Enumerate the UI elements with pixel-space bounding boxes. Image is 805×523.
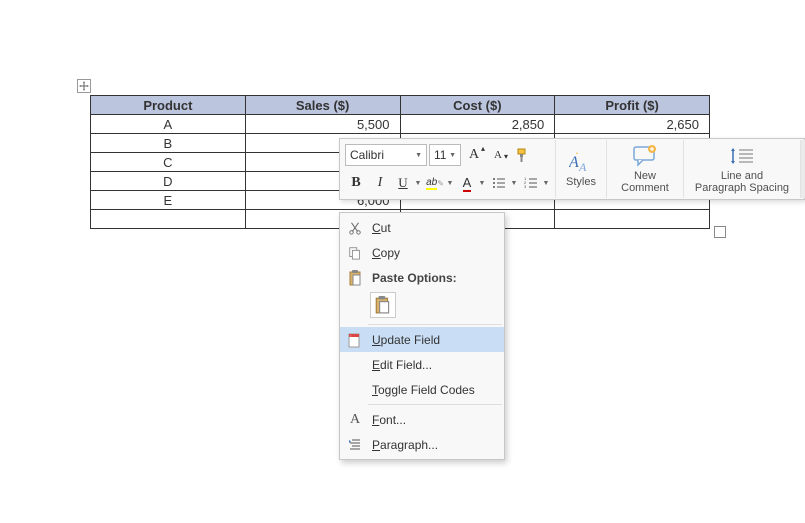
svg-text:A: A xyxy=(578,160,587,173)
svg-text:A: A xyxy=(569,154,579,171)
new-comment-label: New Comment xyxy=(617,170,673,194)
font-size-selector[interactable]: 11 ▼ xyxy=(429,144,461,166)
update-field-icon: ! xyxy=(344,330,366,350)
styles-label: Styles xyxy=(566,176,596,188)
menu-cut[interactable]: Cut xyxy=(340,215,504,240)
col-header-cost[interactable]: Cost ($) xyxy=(400,96,555,115)
font-name-value: Calibri xyxy=(350,148,384,162)
chevron-down-icon: ▼ xyxy=(445,180,455,187)
paste-icon xyxy=(344,268,366,288)
cell-product[interactable]: E xyxy=(91,191,246,210)
cell-cost[interactable]: 2,850 xyxy=(400,115,555,134)
menu-toggle-field-codes[interactable]: Toggle Field Codes xyxy=(340,377,504,402)
font-name-selector[interactable]: Calibri ▼ xyxy=(345,144,427,166)
cut-icon xyxy=(344,218,366,238)
chevron-down-icon: ▼ xyxy=(413,180,423,187)
table-row[interactable]: A 5,500 2,850 2,650 xyxy=(91,115,710,134)
context-menu: Cut Copy Paste Options: ! Update Field E… xyxy=(339,212,505,460)
svg-text:3: 3 xyxy=(524,184,527,189)
paste-keep-source-button[interactable] xyxy=(370,292,396,318)
italic-button[interactable]: I xyxy=(369,172,391,194)
line-spacing-icon xyxy=(729,144,755,168)
highlight-color-button[interactable]: ab✎ ▼ xyxy=(425,172,455,194)
font-color-button[interactable]: A ▼ xyxy=(457,172,487,194)
blank-icon xyxy=(344,355,366,375)
menu-paragraph[interactable]: Paragraph... xyxy=(340,432,504,457)
menu-separator xyxy=(368,404,502,405)
new-comment-button[interactable]: New Comment xyxy=(611,140,679,198)
menu-edit-field[interactable]: Edit Field... xyxy=(340,352,504,377)
shrink-font-button[interactable]: A▾ xyxy=(487,144,509,166)
table-header-row: Product Sales ($) Cost ($) Profit ($) xyxy=(91,96,710,115)
cell-product[interactable]: A xyxy=(91,115,246,134)
mini-toolbar: Calibri ▼ 11 ▼ A▴ A▾ B I xyxy=(339,138,805,200)
cell-product[interactable]: B xyxy=(91,134,246,153)
cell-sales[interactable]: 5,500 xyxy=(245,115,400,134)
styles-icon: A A xyxy=(569,150,593,174)
cell-product[interactable]: D xyxy=(91,172,246,191)
chevron-down-icon: ▼ xyxy=(509,180,519,187)
chevron-down-icon: ▼ xyxy=(449,152,456,159)
col-header-profit[interactable]: Profit ($) xyxy=(555,96,710,115)
cell-profit[interactable] xyxy=(555,210,710,229)
format-painter-button[interactable] xyxy=(511,144,533,166)
numbering-button[interactable]: 1 2 3 ▼ xyxy=(521,172,551,194)
table-move-handle[interactable] xyxy=(77,79,91,93)
bullets-button[interactable]: ▼ xyxy=(489,172,519,194)
line-spacing-button[interactable]: Line and Paragraph Spacing xyxy=(688,140,796,198)
underline-button[interactable]: U ▼ xyxy=(393,172,423,194)
menu-font[interactable]: A Font... xyxy=(340,407,504,432)
menu-copy[interactable]: Copy xyxy=(340,240,504,265)
menu-update-field[interactable]: ! Update Field xyxy=(340,327,504,352)
copy-icon xyxy=(344,243,366,263)
bold-button[interactable]: B xyxy=(345,172,367,194)
cell-product[interactable]: C xyxy=(91,153,246,172)
comment-icon xyxy=(632,144,658,168)
chevron-down-icon: ▼ xyxy=(541,180,551,187)
blank-icon xyxy=(344,380,366,400)
styles-button[interactable]: A A Styles xyxy=(560,140,602,198)
chevron-down-icon: ▼ xyxy=(415,152,422,159)
paragraph-icon xyxy=(344,435,366,455)
menu-paste-options-header: Paste Options: xyxy=(340,265,504,290)
grow-font-button[interactable]: A▴ xyxy=(463,144,485,166)
font-size-value: 11 xyxy=(434,148,446,162)
cell-product[interactable] xyxy=(91,210,246,229)
cell-profit[interactable]: 2,650 xyxy=(555,115,710,134)
selection-marker xyxy=(714,226,726,238)
col-header-sales[interactable]: Sales ($) xyxy=(245,96,400,115)
line-spacing-label: Line and Paragraph Spacing xyxy=(694,170,790,194)
font-icon: A xyxy=(344,410,366,430)
menu-separator xyxy=(368,324,502,325)
chevron-down-icon: ▼ xyxy=(477,180,487,187)
col-header-product[interactable]: Product xyxy=(91,96,246,115)
paste-options-row xyxy=(340,290,504,322)
